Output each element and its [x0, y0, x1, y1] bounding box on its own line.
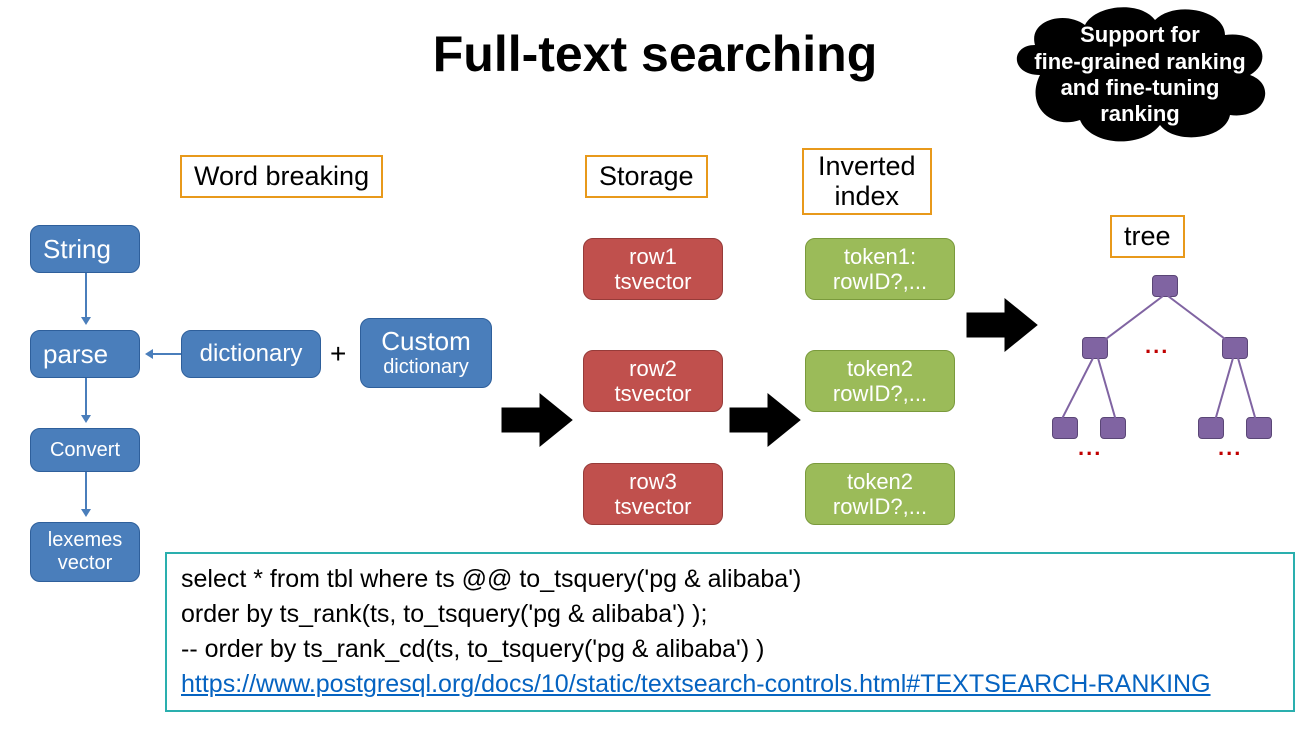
- sql-line2: order by ts_rank(ts, to_tsquery('pg & al…: [181, 597, 1279, 632]
- sql-example-box: select * from tbl where ts @@ to_tsquery…: [165, 552, 1295, 712]
- row2-l1: row2: [629, 356, 677, 381]
- box-parse: parse: [30, 330, 140, 378]
- tree-dots-right: ...: [1218, 435, 1242, 461]
- row3-l1: row3: [629, 469, 677, 494]
- row1-l2: tsvector: [614, 269, 691, 294]
- custom-line2: dictionary: [383, 356, 469, 379]
- docs-link[interactable]: https://www.postgresql.org/docs/10/stati…: [181, 670, 1211, 698]
- token3-l2: rowID?,...: [833, 494, 927, 519]
- tree-edge: [1237, 358, 1257, 420]
- tree-node-l2-left: [1082, 337, 1108, 359]
- box-row3: row3 tsvector: [583, 463, 723, 525]
- box-row1: row1 tsvector: [583, 238, 723, 300]
- box-lexemes: lexemes vector: [30, 522, 140, 582]
- token1-l1: token1:: [844, 244, 916, 269]
- row2-l2: tsvector: [614, 381, 691, 406]
- box-token3: token2 rowID?,...: [805, 463, 955, 525]
- tree-dots-left: ...: [1078, 435, 1102, 461]
- arrow-dict-parse: [148, 353, 181, 355]
- box-token2: token2 rowID?,...: [805, 350, 955, 412]
- box-token1: token1: rowID?,...: [805, 238, 955, 300]
- lexemes-line1: lexemes: [48, 529, 122, 552]
- tree-edge: [1061, 358, 1094, 419]
- arrow-convert-lexemes: [85, 472, 87, 514]
- tree-edge: [1167, 295, 1226, 340]
- tree-diagram: ... ... ...: [1040, 275, 1290, 475]
- row3-l2: tsvector: [614, 494, 691, 519]
- box-string: String: [30, 225, 140, 273]
- tree-node-l2-right: [1222, 337, 1248, 359]
- tree-dots-mid: ...: [1145, 333, 1169, 359]
- plus-sign: +: [330, 338, 346, 370]
- sql-line3: -- order by ts_rank_cd(ts, to_tsquery('p…: [181, 632, 1279, 667]
- arrow-to-storage: [500, 390, 575, 455]
- arrow-string-parse: [85, 273, 87, 322]
- tree-node-l3-1: [1052, 417, 1078, 439]
- token3-l1: token2: [847, 469, 913, 494]
- tree-root: [1152, 275, 1178, 297]
- sql-line1: select * from tbl where ts @@ to_tsquery…: [181, 562, 1279, 597]
- arrow-parse-convert: [85, 378, 87, 420]
- cloud-text: Support for fine-grained ranking and fin…: [1024, 22, 1255, 128]
- label-tree: tree: [1110, 215, 1185, 258]
- label-inverted-index: Inverted index: [802, 148, 932, 215]
- token2-l2: rowID?,...: [833, 381, 927, 406]
- lexemes-line2: vector: [58, 552, 112, 575]
- box-custom-dictionary: Custom dictionary: [360, 318, 492, 388]
- tree-node-l3-4: [1246, 417, 1272, 439]
- box-dictionary: dictionary: [181, 330, 321, 378]
- label-storage: Storage: [585, 155, 708, 198]
- row1-l1: row1: [629, 244, 677, 269]
- custom-line1: Custom: [381, 327, 471, 357]
- box-convert: Convert: [30, 428, 140, 472]
- slide-title: Full-text searching: [433, 25, 878, 83]
- tree-edge: [1214, 358, 1234, 420]
- tree-node-l3-2: [1100, 417, 1126, 439]
- arrow-to-tree: [965, 295, 1040, 360]
- label-word-breaking: Word breaking: [180, 155, 383, 198]
- token2-l1: token2: [847, 356, 913, 381]
- token1-l2: rowID?,...: [833, 269, 927, 294]
- arrow-to-index: [728, 390, 803, 455]
- callout-cloud: Support for fine-grained ranking and fin…: [1000, 0, 1280, 150]
- box-row2: row2 tsvector: [583, 350, 723, 412]
- tree-edge: [1097, 358, 1117, 420]
